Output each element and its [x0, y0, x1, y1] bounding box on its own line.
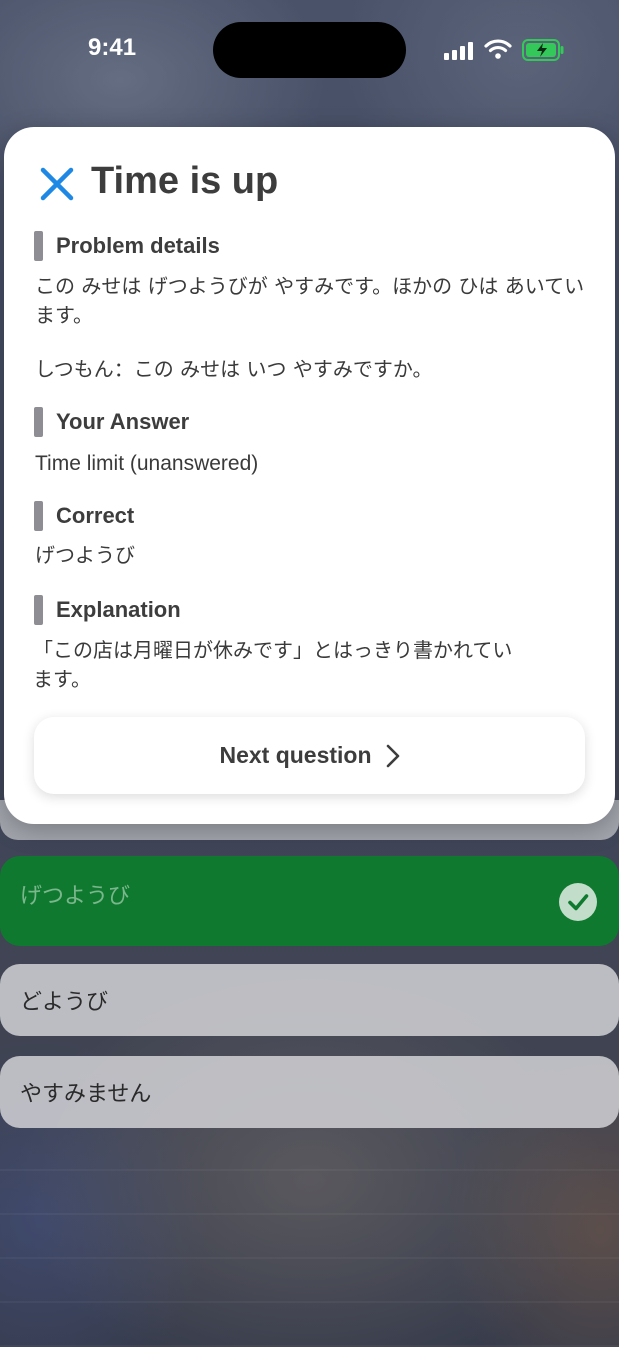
chevron-right-icon	[386, 744, 399, 767]
battery-icon	[522, 39, 564, 61]
problem-text: この みせは げつようびが やすみです。ほかの ひは あいています。	[35, 274, 585, 327]
result-modal: Time is up Problem details この みせは げつようびが…	[4, 127, 615, 824]
close-icon[interactable]	[38, 165, 76, 203]
section-marker	[34, 231, 43, 261]
section-title: Problem details	[56, 233, 220, 258]
answer-option-label: どようび	[20, 990, 109, 1015]
section-marker	[34, 407, 43, 437]
explanation-text: 「この店は月曜日が休みです」とはっきり書かれています。	[33, 638, 513, 691]
cellular-signal-icon	[444, 40, 474, 60]
modal-title: Time is up	[91, 160, 279, 202]
next-question-button[interactable]: Next question	[34, 717, 585, 794]
section-title: Explanation	[56, 597, 181, 622]
answer-option-correct[interactable]: げつようび	[0, 856, 619, 946]
section-title: Correct	[56, 503, 135, 528]
answer-option-label: げつようび	[20, 884, 131, 909]
wifi-icon	[484, 39, 512, 59]
answer-option[interactable]: やすみません	[0, 1056, 619, 1128]
next-question-label: Next question	[219, 742, 372, 768]
dynamic-island	[213, 22, 406, 78]
question-text: しつもん：この みせは いつ やすみですか。	[35, 357, 433, 381]
section-title: Your Answer	[56, 409, 190, 434]
correct-answer-value: げつようび	[35, 543, 135, 567]
status-time: 9:41	[88, 34, 137, 61]
section-marker	[34, 595, 43, 625]
answer-option[interactable]: どようび	[0, 964, 619, 1036]
checkmark-icon	[559, 883, 597, 921]
answer-option-label: やすみません	[20, 1082, 152, 1107]
section-marker	[34, 501, 43, 531]
your-answer-value: Time limit (unanswered)	[35, 452, 259, 475]
